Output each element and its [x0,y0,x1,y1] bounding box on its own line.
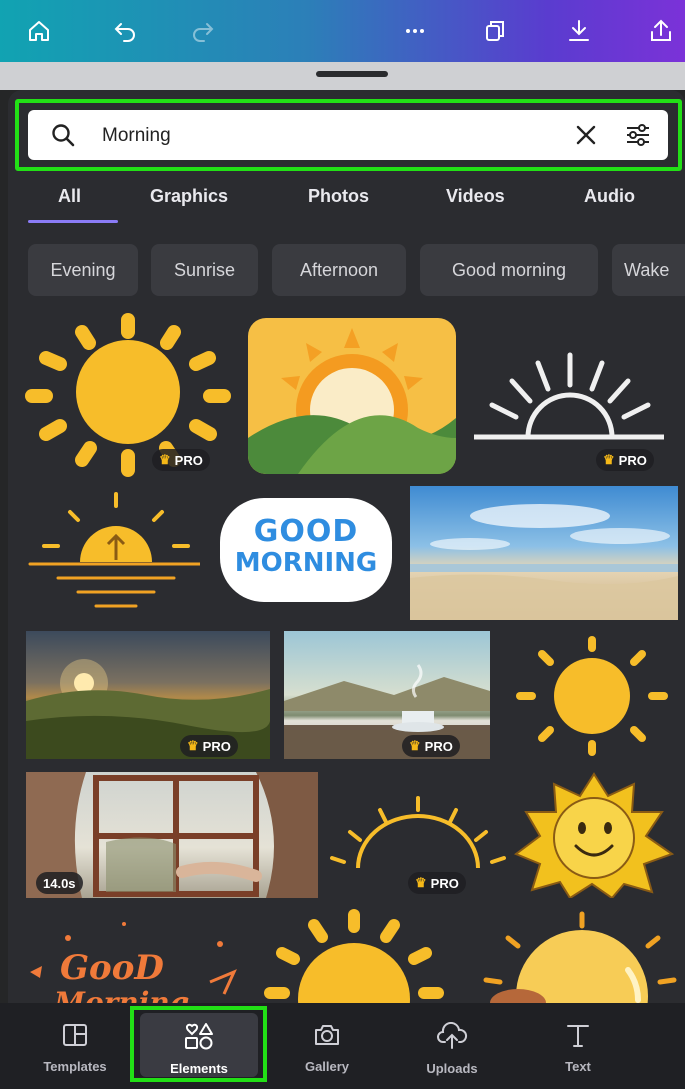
active-tab-indicator [28,220,118,223]
result-sun-simple[interactable] [508,634,674,760]
suggestion-chip[interactable]: Evening [28,244,138,296]
filter-icon[interactable] [624,122,652,153]
crown-icon: ♛ [603,452,615,467]
result-sun-big[interactable] [262,905,448,1003]
suggestion-chip[interactable]: Afternoon [272,244,406,296]
crown-icon: ♛ [187,738,199,753]
search-input[interactable] [100,120,564,152]
pro-badge: ♛ PRO [180,735,238,757]
search-bar [28,110,668,160]
text-icon [564,1022,592,1053]
templates-icon [61,1022,89,1053]
result-coffee-cup-photo[interactable]: ♛ PRO [284,631,490,759]
suggestion-chip[interactable]: Good morning [420,244,598,296]
crown-icon: ♛ [409,738,421,753]
clear-search-icon[interactable] [574,123,598,152]
tab-photos[interactable]: Photos [308,186,369,207]
pro-badge: ♛ PRO [152,449,210,471]
result-beach-photo[interactable] [410,486,678,620]
result-sun-rays[interactable]: ♛ PRO [24,312,239,477]
download-icon[interactable] [562,14,596,48]
result-good-morning-handwritten[interactable]: GooD Morning [24,910,258,1003]
pro-badge: ♛ PRO [596,449,654,471]
suggestion-chip[interactable]: Sunrise [151,244,258,296]
tab-all[interactable]: All [58,186,81,207]
result-sunrise-arrow[interactable] [24,490,200,616]
home-icon[interactable] [22,14,56,48]
top-toolbar [0,0,685,62]
tab-audio[interactable]: Audio [584,186,635,207]
suggestion-chip[interactable]: Wake [612,244,685,296]
more-icon[interactable] [398,14,432,48]
result-sunrise-lines[interactable]: ♛ PRO [330,796,506,896]
drag-handle[interactable] [316,71,388,77]
tab-videos[interactable]: Videos [446,186,505,207]
camera-icon [312,1022,342,1053]
video-duration-badge: 14.0s [36,872,83,894]
undo-icon[interactable] [108,14,142,48]
pro-badge: ♛ PRO [408,872,466,894]
search-icon [50,122,76,153]
result-sun-bulb[interactable] [478,910,678,1003]
result-window-video[interactable]: 14.0s [26,772,318,898]
share-icon[interactable] [644,14,678,48]
redo-icon[interactable] [186,14,220,48]
result-good-morning-sticker[interactable]: GOOD MORNING [214,492,398,610]
tab-graphics[interactable]: Graphics [150,186,228,207]
result-sun-mountains[interactable] [248,318,456,474]
nav-gallery[interactable]: Gallery [277,1010,377,1082]
cloud-upload-icon [436,1021,468,1055]
pro-badge: ♛ PRO [402,735,460,757]
nav-templates[interactable]: Templates [25,1010,125,1082]
nav-elements[interactable]: Elements [149,1010,249,1082]
nav-uploads[interactable]: Uploads [402,1010,502,1082]
result-sunrise-outline[interactable]: ♛ PRO [468,345,672,475]
duplicate-icon[interactable] [478,14,512,48]
crown-icon: ♛ [415,875,427,890]
result-sunset-hills-photo[interactable]: ♛ PRO [26,631,270,759]
result-smiling-sun[interactable] [512,772,678,898]
crown-icon: ♛ [159,452,171,467]
elements-icon [184,1022,214,1055]
nav-text[interactable]: Text [528,1010,628,1082]
